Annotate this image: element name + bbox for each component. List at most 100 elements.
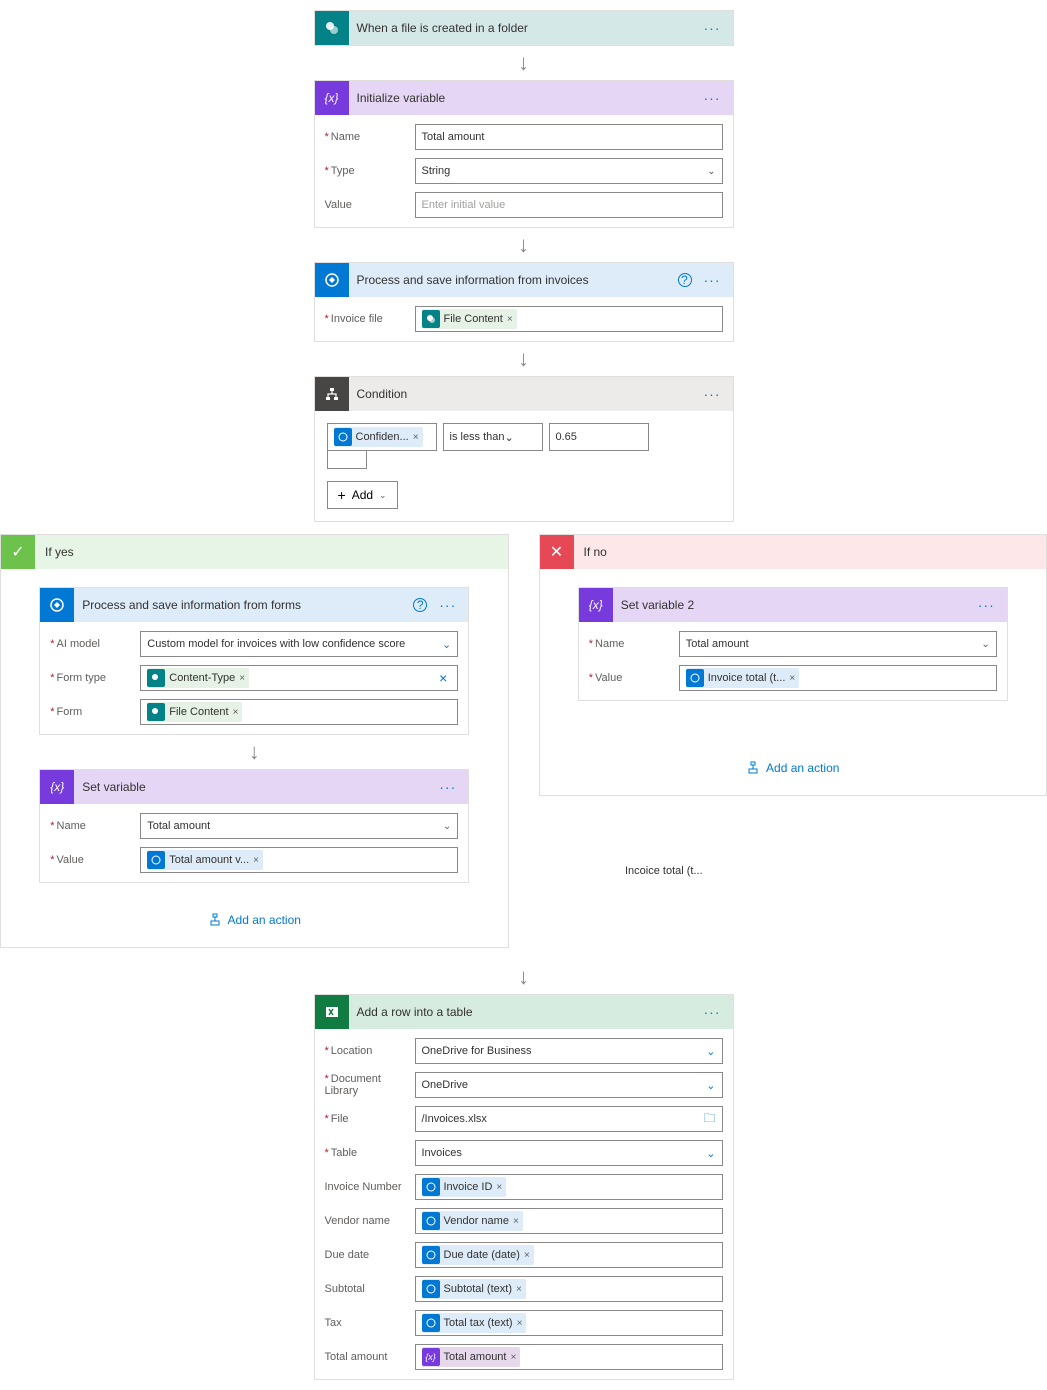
total-amount-token[interactable]: Total amount v... × <box>147 850 263 870</box>
help-icon[interactable]: ? <box>678 273 692 287</box>
token-remove-icon[interactable]: × <box>513 1216 519 1227</box>
process-invoices-title: Process and save information from invoic… <box>349 273 678 287</box>
add-action-link[interactable]: Add an action <box>208 913 301 927</box>
sharepoint-icon <box>147 669 165 687</box>
invoice-file-input[interactable]: File Content × <box>415 306 723 332</box>
init-variable-header[interactable]: {x} Initialize variable ··· <box>315 81 733 115</box>
ai-builder-icon <box>40 588 74 622</box>
if-no-header: ✕ If no <box>540 535 1047 569</box>
process-invoices-menu[interactable]: ··· <box>700 272 725 288</box>
name-select[interactable]: Total amount⌄ <box>679 631 997 657</box>
chevron-down-icon: ⌄ <box>505 431 514 444</box>
library-select[interactable]: OneDrive⌄ <box>415 1072 723 1098</box>
ai-icon <box>686 669 704 687</box>
value-input[interactable]: Invoice total (t... × <box>679 665 997 691</box>
token-remove-icon[interactable]: × <box>789 673 795 684</box>
content-type-token[interactable]: Content-Type × <box>147 668 249 688</box>
process-invoices-header[interactable]: Process and save information from invoic… <box>315 263 733 297</box>
table-select[interactable]: Invoices⌄ <box>415 1140 723 1166</box>
type-select[interactable]: String⌄ <box>415 158 723 184</box>
condition-left-input[interactable]: Confiden... × <box>327 423 437 451</box>
set-variable-menu[interactable]: ··· <box>435 779 460 795</box>
value-label: *Value <box>589 672 679 684</box>
add-condition-button[interactable]: + Add ⌄ <box>327 481 398 509</box>
set-variable-2-title: Set variable 2 <box>613 598 974 612</box>
total-input[interactable]: {x}Total amount× <box>415 1344 723 1370</box>
tax-label: Tax <box>325 1317 415 1329</box>
chevron-down-icon: ⌄ <box>706 1147 715 1160</box>
name-label: *Name <box>50 820 140 832</box>
if-no-branch: ✕ If no {x} Set variable 2 ··· *Name Tot… <box>539 534 1047 796</box>
vendor-name-token[interactable]: Vendor name× <box>422 1211 523 1231</box>
table-label: *Table <box>325 1147 415 1159</box>
form-type-input[interactable]: Content-Type × × <box>140 665 458 691</box>
token-remove-icon[interactable]: × <box>413 432 419 443</box>
set-variable-header[interactable]: {x} Set variable ··· <box>40 770 468 804</box>
value-input[interactable]: Total amount v... × <box>140 847 458 873</box>
add-action-icon <box>746 761 760 775</box>
process-forms-menu[interactable]: ··· <box>435 597 460 613</box>
condition-menu[interactable]: ··· <box>700 386 725 402</box>
ai-icon <box>422 1314 440 1332</box>
add-row-menu[interactable]: ··· <box>700 1004 725 1020</box>
token-remove-icon[interactable]: × <box>253 855 259 866</box>
excel-icon <box>315 995 349 1029</box>
location-select[interactable]: OneDrive for Business⌄ <box>415 1038 723 1064</box>
init-variable-card: {x} Initialize variable ··· *Name Total … <box>314 80 734 228</box>
subtotal-input[interactable]: Subtotal (text)× <box>415 1276 723 1302</box>
invoice-total-token[interactable]: Invoice total (t... × <box>686 668 800 688</box>
form-label: *Form <box>50 706 140 718</box>
set-variable-2-card: {x} Set variable 2 ··· *Name Total amoun… <box>578 587 1008 701</box>
token-remove-icon[interactable]: × <box>496 1182 502 1193</box>
name-select[interactable]: Total amount⌄ <box>140 813 458 839</box>
if-yes-branch: ✓ If yes Process and save information fr… <box>0 534 509 948</box>
set-variable-2-header[interactable]: {x} Set variable 2 ··· <box>579 588 1007 622</box>
flow-arrow: ↓ <box>518 964 529 990</box>
confidence-token[interactable]: Confiden... × <box>334 427 423 447</box>
add-action-link[interactable]: Add an action <box>746 761 839 775</box>
file-content-token[interactable]: File Content × <box>147 702 242 722</box>
token-remove-icon[interactable]: × <box>233 707 239 718</box>
help-icon[interactable]: ? <box>413 598 427 612</box>
value-label: *Value <box>50 854 140 866</box>
due-date-token[interactable]: Due date (date)× <box>422 1245 534 1265</box>
location-label: *Location <box>325 1045 415 1057</box>
file-content-token[interactable]: File Content × <box>422 309 517 329</box>
vendor-label: Vendor name <box>325 1215 415 1227</box>
trigger-card[interactable]: When a file is created in a folder ··· <box>314 10 734 46</box>
tax-token[interactable]: Total tax (text)× <box>422 1313 527 1333</box>
subtotal-token[interactable]: Subtotal (text)× <box>422 1279 526 1299</box>
token-remove-icon[interactable]: × <box>510 1352 516 1363</box>
clear-field-icon[interactable]: × <box>435 670 451 686</box>
name-input[interactable]: Total amount <box>415 124 723 150</box>
value-input[interactable]: Enter initial value <box>415 192 723 218</box>
ai-icon <box>422 1212 440 1230</box>
init-variable-menu[interactable]: ··· <box>700 90 725 106</box>
process-forms-header[interactable]: Process and save information from forms … <box>40 588 468 622</box>
variable-icon: {x} <box>422 1348 440 1366</box>
invoice-number-input[interactable]: Invoice ID× <box>415 1174 723 1200</box>
vendor-input[interactable]: Vendor name× <box>415 1208 723 1234</box>
due-date-input[interactable]: Due date (date)× <box>415 1242 723 1268</box>
trigger-menu[interactable]: ··· <box>700 20 725 36</box>
invoice-id-token[interactable]: Invoice ID× <box>422 1177 507 1197</box>
folder-icon[interactable]: 🗀 <box>703 1109 715 1130</box>
ai-model-select[interactable]: Custom model for invoices with low confi… <box>140 631 458 657</box>
token-remove-icon[interactable]: × <box>517 1318 523 1329</box>
add-action-icon <box>208 913 222 927</box>
set-variable-2-menu[interactable]: ··· <box>974 597 999 613</box>
form-input[interactable]: File Content × <box>140 699 458 725</box>
total-amount-variable-token[interactable]: {x}Total amount× <box>422 1347 521 1367</box>
token-remove-icon[interactable]: × <box>524 1250 530 1261</box>
tax-input[interactable]: Total tax (text)× <box>415 1310 723 1336</box>
condition-header[interactable]: Condition ··· <box>315 377 733 411</box>
add-row-header[interactable]: Add a row into a table ··· <box>315 995 733 1029</box>
ai-icon <box>422 1178 440 1196</box>
flow-arrow: ↓ <box>249 739 260 765</box>
token-remove-icon[interactable]: × <box>239 673 245 684</box>
condition-operator-select[interactable]: is less than⌄ <box>443 423 543 451</box>
token-remove-icon[interactable]: × <box>507 314 513 325</box>
condition-right-input[interactable]: 0.65 <box>549 423 649 451</box>
file-picker[interactable]: /Invoices.xlsx🗀 <box>415 1106 723 1132</box>
token-remove-icon[interactable]: × <box>516 1284 522 1295</box>
